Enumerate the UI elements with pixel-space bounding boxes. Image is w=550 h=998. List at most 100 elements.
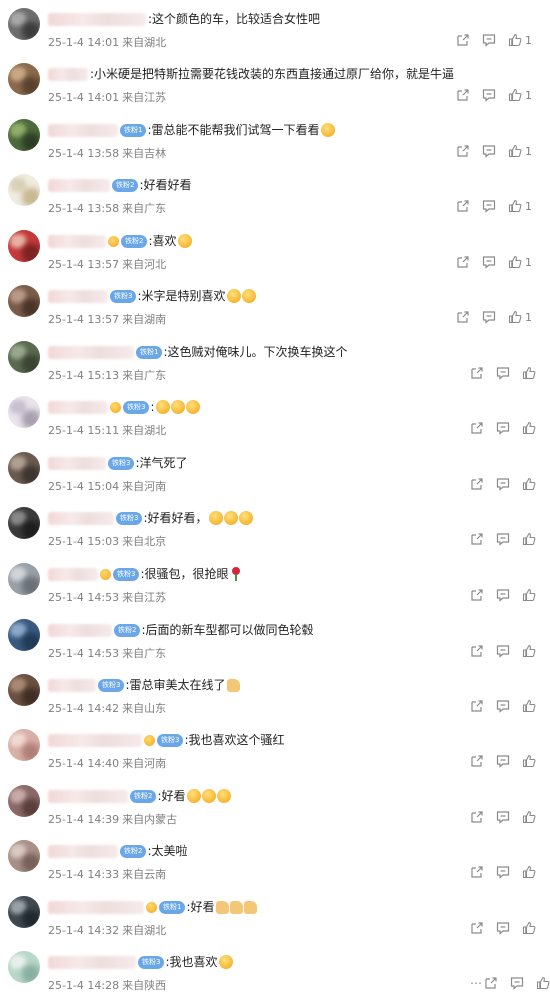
comment-icon[interactable] bbox=[482, 33, 496, 47]
comment-line: 铁粉1:好看 bbox=[48, 898, 257, 916]
comment-icon[interactable] bbox=[510, 976, 524, 990]
share-icon[interactable] bbox=[456, 310, 470, 324]
comment-text: :喜欢 bbox=[148, 234, 177, 248]
username-blurred[interactable] bbox=[48, 844, 118, 858]
fan-emoji-icon bbox=[144, 734, 155, 746]
avatar[interactable] bbox=[8, 8, 40, 40]
like-icon[interactable] bbox=[522, 921, 536, 935]
comment-icon[interactable] bbox=[496, 588, 510, 602]
share-icon[interactable] bbox=[470, 366, 484, 380]
comment-icon[interactable] bbox=[496, 644, 510, 658]
username-blurred[interactable] bbox=[48, 900, 144, 914]
avatar[interactable] bbox=[8, 230, 40, 262]
share-icon[interactable] bbox=[470, 865, 484, 879]
like-icon[interactable] bbox=[522, 421, 536, 435]
avatar[interactable] bbox=[8, 507, 40, 539]
username-blurred[interactable] bbox=[48, 178, 110, 192]
like-icon[interactable] bbox=[508, 310, 522, 324]
comment-item: 铁粉1:雷总能不能帮我们试驾一下看看 25-1-4 13:58 来自吉林 1 bbox=[0, 111, 550, 166]
share-icon[interactable] bbox=[456, 88, 470, 102]
like-icon[interactable] bbox=[522, 366, 536, 380]
share-icon[interactable] bbox=[470, 810, 484, 824]
comment-icon[interactable] bbox=[496, 810, 510, 824]
username-blurred[interactable] bbox=[48, 623, 112, 637]
username-blurred[interactable] bbox=[48, 789, 128, 803]
comment-icon[interactable] bbox=[496, 366, 510, 380]
like-icon[interactable] bbox=[522, 644, 536, 658]
share-icon[interactable] bbox=[470, 699, 484, 713]
comment-icon[interactable] bbox=[482, 144, 496, 158]
username-blurred[interactable] bbox=[48, 733, 142, 747]
comment-icon[interactable] bbox=[482, 255, 496, 269]
share-icon[interactable] bbox=[470, 421, 484, 435]
comment-icon[interactable] bbox=[496, 865, 510, 879]
username-blurred[interactable] bbox=[48, 955, 136, 969]
like-icon[interactable] bbox=[508, 199, 522, 213]
username-blurred[interactable] bbox=[48, 456, 106, 470]
like-icon[interactable] bbox=[522, 532, 536, 546]
share-icon[interactable] bbox=[470, 644, 484, 658]
avatar[interactable] bbox=[8, 674, 40, 706]
comment-icon[interactable] bbox=[482, 199, 496, 213]
share-icon[interactable] bbox=[470, 477, 484, 491]
share-icon[interactable] bbox=[470, 532, 484, 546]
share-icon[interactable] bbox=[470, 588, 484, 602]
like-icon[interactable] bbox=[522, 477, 536, 491]
comment-location: 来自湖北 bbox=[122, 36, 167, 49]
like-count: 1 bbox=[525, 255, 532, 269]
comment-actions bbox=[470, 420, 548, 436]
comment-icon[interactable] bbox=[496, 532, 510, 546]
avatar[interactable] bbox=[8, 341, 40, 373]
avatar[interactable] bbox=[8, 951, 40, 983]
avatar[interactable] bbox=[8, 896, 40, 928]
username-blurred[interactable] bbox=[48, 234, 106, 248]
like-icon[interactable] bbox=[508, 88, 522, 102]
like-icon[interactable] bbox=[522, 588, 536, 602]
share-icon[interactable] bbox=[456, 144, 470, 158]
username-blurred[interactable] bbox=[48, 345, 134, 359]
more-icon[interactable]: ⋯ bbox=[470, 976, 484, 990]
avatar[interactable] bbox=[8, 63, 40, 95]
avatar[interactable] bbox=[8, 285, 40, 317]
avatar[interactable] bbox=[8, 785, 40, 817]
comment-icon[interactable] bbox=[482, 310, 496, 324]
avatar[interactable] bbox=[8, 729, 40, 761]
avatar[interactable] bbox=[8, 396, 40, 428]
comment-icon[interactable] bbox=[496, 699, 510, 713]
avatar[interactable] bbox=[8, 619, 40, 651]
username-blurred[interactable] bbox=[48, 400, 108, 414]
like-icon[interactable] bbox=[522, 754, 536, 768]
share-icon[interactable] bbox=[470, 754, 484, 768]
share-icon[interactable] bbox=[456, 255, 470, 269]
comment-icon[interactable] bbox=[496, 477, 510, 491]
share-icon[interactable] bbox=[470, 921, 484, 935]
like-icon[interactable] bbox=[536, 976, 550, 990]
like-icon[interactable] bbox=[508, 144, 522, 158]
comment-date: 25-1-4 14:53 bbox=[48, 591, 120, 604]
like-icon[interactable] bbox=[522, 810, 536, 824]
username-blurred[interactable] bbox=[48, 12, 146, 26]
share-icon[interactable] bbox=[456, 199, 470, 213]
share-icon[interactable] bbox=[484, 976, 498, 990]
username-blurred[interactable] bbox=[48, 67, 88, 81]
like-icon[interactable] bbox=[508, 255, 522, 269]
share-icon[interactable] bbox=[456, 33, 470, 47]
username-blurred[interactable] bbox=[48, 289, 108, 303]
avatar[interactable] bbox=[8, 452, 40, 484]
avatar[interactable] bbox=[8, 563, 40, 595]
username-blurred[interactable] bbox=[48, 123, 118, 137]
avatar[interactable] bbox=[8, 840, 40, 872]
avatar[interactable] bbox=[8, 119, 40, 151]
username-blurred[interactable] bbox=[48, 567, 98, 581]
comment-icon[interactable] bbox=[496, 754, 510, 768]
like-icon[interactable] bbox=[522, 865, 536, 879]
username-blurred[interactable] bbox=[48, 678, 96, 692]
comment-icon[interactable] bbox=[496, 421, 510, 435]
avatar[interactable] bbox=[8, 174, 40, 206]
comment-icon[interactable] bbox=[496, 921, 510, 935]
comment-icon[interactable] bbox=[482, 88, 496, 102]
like-icon[interactable] bbox=[508, 33, 522, 47]
username-blurred[interactable] bbox=[48, 511, 114, 525]
comment-date: 25-1-4 14:32 bbox=[48, 924, 120, 937]
like-icon[interactable] bbox=[522, 699, 536, 713]
